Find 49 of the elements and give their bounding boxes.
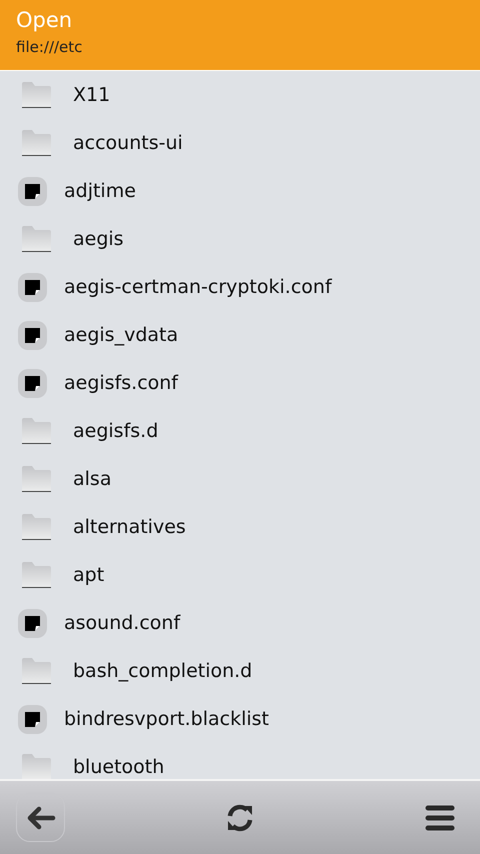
file-icon [18,608,47,638]
file-row[interactable]: bluetooth [0,743,480,779]
file-name: aegis_vdata [64,322,178,348]
file-row[interactable]: aegisfs.conf [0,359,480,407]
file-name: X11 [73,82,110,108]
file-icon [18,176,47,206]
file-row[interactable]: bash_completion.d [0,647,480,695]
back-icon [26,806,56,830]
file-name: bluetooth [73,754,164,779]
file-row[interactable]: aegisfs.d [0,407,480,455]
file-row[interactable]: aegis_vdata [0,311,480,359]
folder-icon [22,754,51,779]
file-row[interactable]: adjtime [0,167,480,215]
folder-icon [22,562,51,588]
file-row[interactable]: aegis [0,215,480,263]
folder-icon [22,226,51,252]
file-name: apt [73,562,104,588]
file-name: aegis [73,226,124,252]
folder-icon [22,658,51,684]
file-name: aegisfs.conf [64,370,178,396]
folder-icon [22,418,51,444]
folder-icon [22,466,51,492]
file-icon [18,320,47,350]
folder-icon [22,130,51,156]
file-row[interactable]: apt [0,551,480,599]
file-row[interactable]: alternatives [0,503,480,551]
path-label: file:///etc [16,37,84,58]
file-name: bindresvport.blacklist [64,706,269,732]
folder-icon [22,514,51,540]
file-icon [18,704,47,734]
file-icon [18,368,47,398]
file-name: bash_completion.d [73,658,252,684]
file-row[interactable]: accounts-ui [0,119,480,167]
file-name: aegisfs.d [73,418,158,444]
file-row[interactable]: bindresvport.blacklist [0,695,480,743]
file-row[interactable]: asound.conf [0,599,480,647]
file-row[interactable]: aegis-certman-cryptoki.conf [0,263,480,311]
file-icon [18,272,47,302]
file-name: alsa [73,466,112,492]
file-row[interactable]: alsa [0,455,480,503]
menu-icon [424,804,454,832]
dialog-title: Open [16,7,74,34]
file-name: accounts-ui [73,130,183,156]
file-name: aegis-certman-cryptoki.conf [64,274,332,300]
file-row[interactable]: X11 [0,71,480,119]
folder-icon [22,82,51,108]
file-name: adjtime [64,178,136,204]
file-name: alternatives [73,514,186,540]
file-name: asound.conf [64,610,180,636]
